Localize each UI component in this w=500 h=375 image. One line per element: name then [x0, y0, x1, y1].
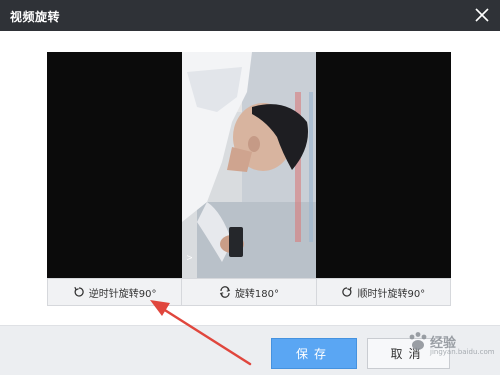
rotate-cw-icon	[341, 286, 353, 298]
rotate-toolbar: 逆时针旋转90° 旋转180° 顺时针旋转90°	[47, 278, 451, 306]
rotate-ccw-90-label: 逆时针旋转90°	[88, 288, 157, 300]
video-frame-image: V	[47, 52, 451, 278]
rotate-cw-90-label: 顺时针旋转90°	[357, 288, 426, 300]
watermark: 经验 jingyan.baidu.com	[404, 320, 500, 360]
save-button[interactable]: 保存	[271, 338, 357, 369]
close-icon	[470, 3, 494, 27]
rotate-180-label: 旋转180°	[234, 288, 280, 300]
rotate-cw-90-button[interactable]: 顺时针旋转90°	[317, 279, 450, 305]
rotate-ccw-90-button[interactable]: 逆时针旋转90°	[48, 279, 183, 305]
close-button[interactable]	[470, 3, 494, 27]
rotate-180-icon	[219, 286, 231, 298]
rotate-ccw-icon	[73, 286, 85, 298]
dialog-titlebar: 视频旋转	[0, 0, 500, 31]
video-preview: V	[47, 52, 451, 278]
svg-text:V: V	[186, 255, 194, 260]
dialog-body: V 逆时针旋转90° 旋转180° 顺时针旋转90°	[0, 31, 500, 325]
rotate-180-button[interactable]: 旋转180°	[182, 279, 317, 305]
paw-logo-icon	[409, 332, 427, 350]
watermark-subtext: jingyan.baidu.com	[430, 348, 495, 356]
dialog-title: 视频旋转	[10, 10, 61, 24]
